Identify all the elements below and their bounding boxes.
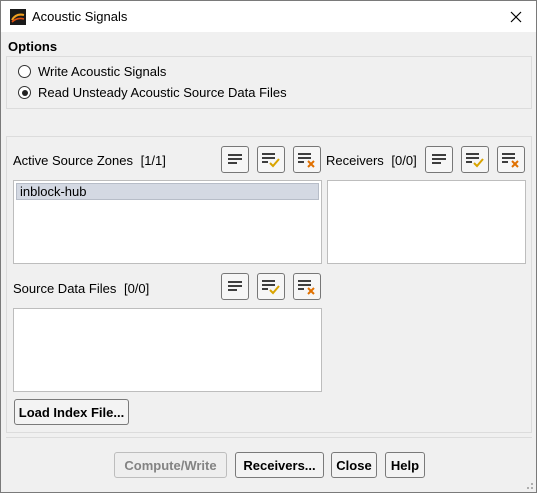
receivers-heading: Receivers [0/0] [326, 153, 417, 168]
close-window-button[interactable] [496, 1, 536, 32]
receivers-count: [0/0] [391, 153, 417, 168]
write-acoustic-signals-option[interactable]: Write Acoustic Signals [18, 64, 166, 79]
options-group: Write Acoustic Signals Read Unsteady Aco… [6, 56, 532, 109]
list-item[interactable]: inblock-hub [16, 183, 319, 200]
source-data-files-list[interactable] [13, 308, 322, 392]
select-all-files-button[interactable] [257, 273, 285, 300]
receivers-button[interactable]: Receivers... [235, 452, 324, 478]
deselect-all-icon [298, 152, 315, 168]
read-source-data-option[interactable]: Read Unsteady Acoustic Source Data Files [18, 85, 287, 100]
select-all-icon [262, 152, 280, 167]
close-icon [510, 11, 522, 22]
window-title: Acoustic Signals [32, 9, 128, 24]
close-button[interactable]: Close [331, 452, 377, 478]
radio-label: Read Unsteady Acoustic Source Data Files [38, 85, 287, 100]
list-all-icon [228, 280, 242, 291]
receivers-list[interactable] [327, 180, 526, 264]
write-acoustic-signals-radio[interactable] [18, 65, 31, 78]
deselect-all-icon [502, 152, 519, 168]
compute-write-button[interactable]: Compute/Write [114, 452, 227, 478]
footer-divider [6, 437, 532, 438]
select-all-icon [262, 279, 280, 294]
read-source-data-radio[interactable] [18, 86, 31, 99]
deselect-all-files-button[interactable] [293, 273, 321, 300]
list-all-receivers-button[interactable] [425, 146, 453, 173]
receivers-label: Receivers [326, 153, 384, 168]
list-all-files-button[interactable] [221, 273, 249, 300]
select-all-receivers-button[interactable] [461, 146, 489, 173]
help-button[interactable]: Help [385, 452, 425, 478]
deselect-all-icon [298, 279, 315, 295]
options-heading: Options [8, 39, 58, 54]
active-source-zones-label: Active Source Zones [13, 153, 133, 168]
list-all-icon [432, 153, 446, 164]
radio-label: Write Acoustic Signals [38, 64, 167, 79]
select-all-zones-button[interactable] [257, 146, 285, 173]
active-source-zones-heading: Active Source Zones [1/1] [13, 153, 166, 168]
resize-grip-icon[interactable] [524, 480, 534, 490]
acoustic-signals-dialog: Acoustic Signals Options Write Acoustic … [0, 0, 537, 493]
deselect-all-receivers-button[interactable] [497, 146, 525, 173]
source-data-files-label: Source Data Files [13, 281, 117, 296]
deselect-all-zones-button[interactable] [293, 146, 321, 173]
source-data-files-heading: Source Data Files [0/0] [13, 281, 149, 296]
list-all-zones-button[interactable] [221, 146, 249, 173]
active-source-zones-count: [1/1] [140, 153, 166, 168]
source-panel: Active Source Zones [1/1] inblock-hub Re… [6, 136, 532, 433]
title-bar: Acoustic Signals [1, 1, 536, 32]
list-all-icon [228, 153, 242, 164]
source-data-files-count: [0/0] [123, 281, 150, 296]
load-index-file-button[interactable]: Load Index File... [14, 399, 129, 425]
select-all-icon [466, 152, 484, 167]
fluent-app-icon [10, 9, 26, 25]
active-source-zones-list[interactable]: inblock-hub [13, 180, 322, 264]
